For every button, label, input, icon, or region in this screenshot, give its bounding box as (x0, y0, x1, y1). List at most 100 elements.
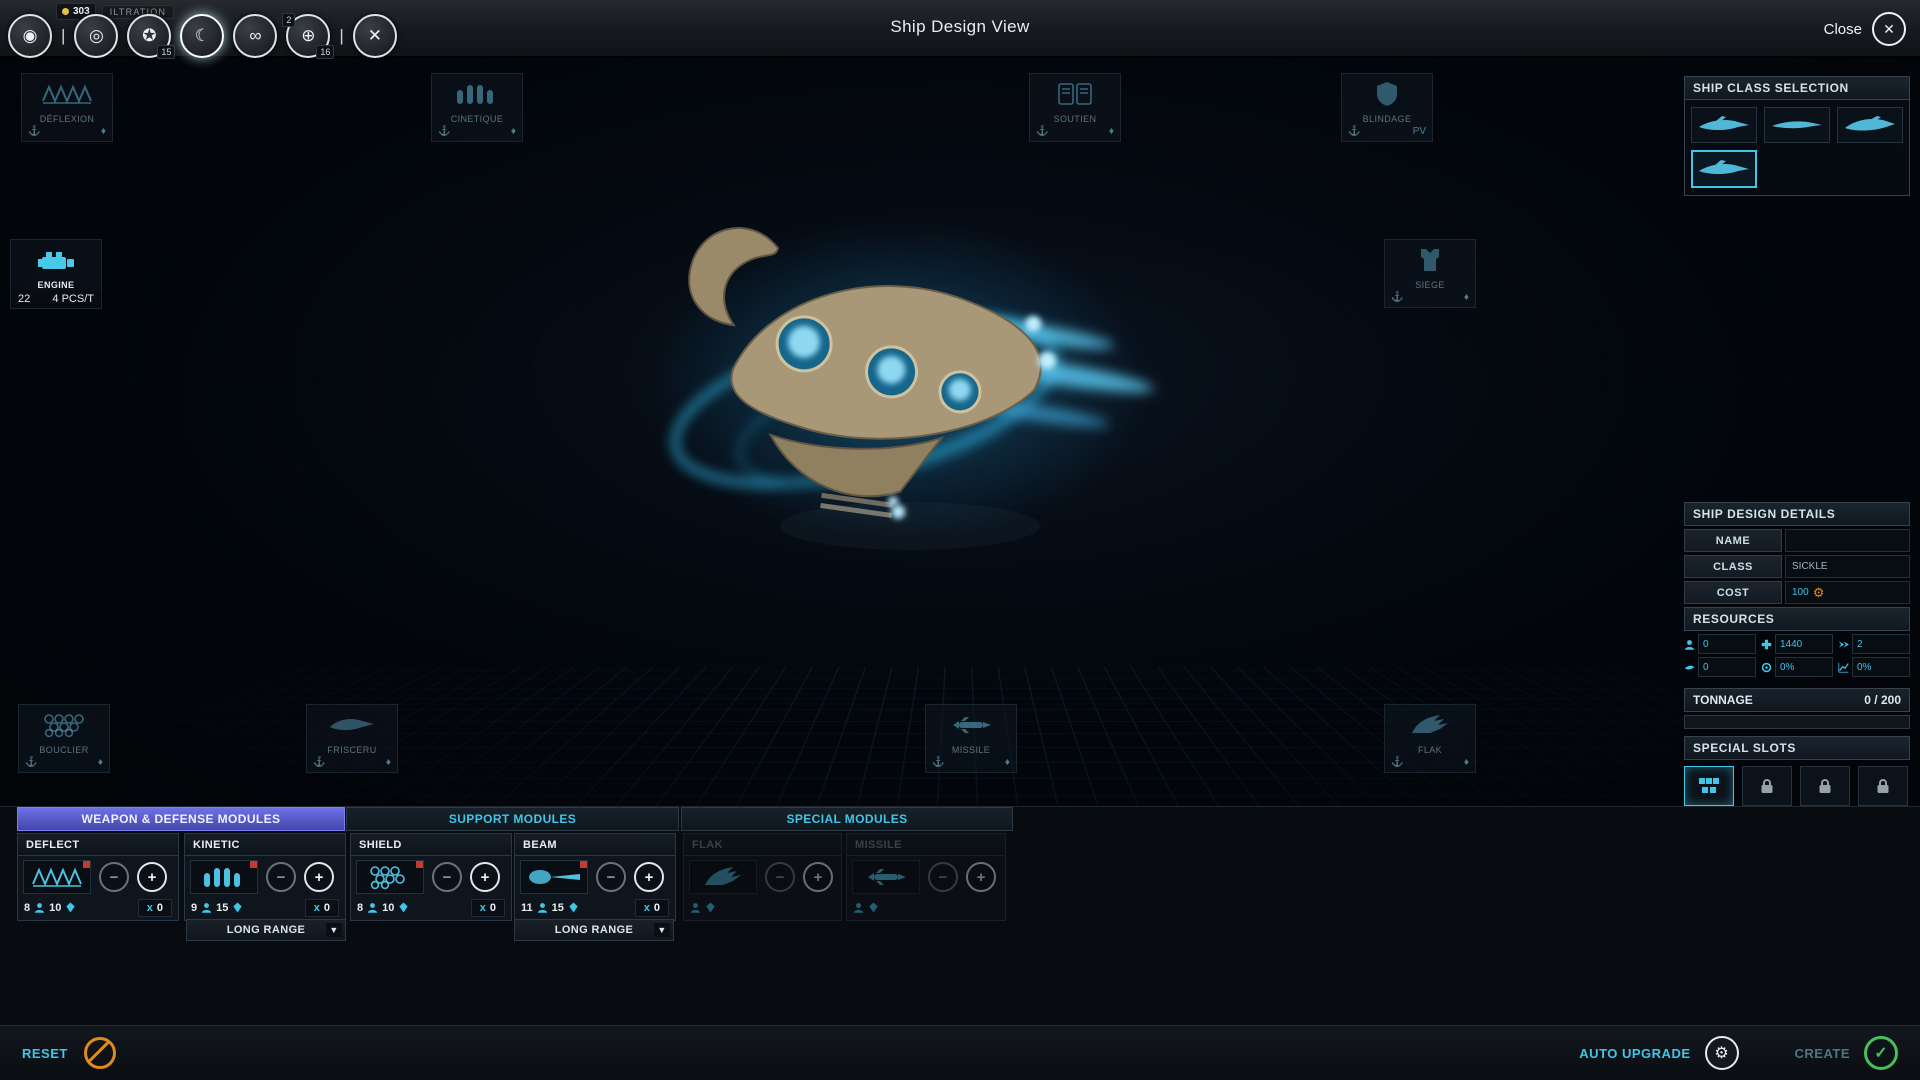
resource-value: 0 (1698, 634, 1756, 654)
slot-flak[interactable]: FLAK ⚓♦ (1384, 704, 1476, 773)
add-missile-button[interactable]: + (966, 862, 996, 892)
count-x: x (147, 902, 153, 914)
remove-flak-button[interactable]: − (765, 862, 795, 892)
slot-label: ENGINE (11, 280, 101, 291)
name-row: NAME (1684, 529, 1910, 552)
special-slot-2-locked[interactable] (1742, 766, 1792, 806)
create-check-icon[interactable]: ✓ (1864, 1036, 1898, 1070)
ship-viewport[interactable] (0, 56, 1920, 806)
count-value: 0 (654, 902, 660, 914)
reset-icon[interactable] (84, 1037, 116, 1069)
gem-icon: ♦ (1464, 292, 1469, 304)
slot-blindage[interactable]: BLINDAGE ⚓PV (1341, 73, 1433, 142)
ship-thumb-icon (1696, 158, 1752, 180)
engine-stats: 22 4 PCS/T (11, 291, 101, 308)
economy-icon[interactable]: ✪ 15 (127, 14, 171, 58)
slot-bouclier[interactable]: BOUCLIER ⚓♦ (18, 704, 110, 773)
remove-kinetic-button[interactable]: − (266, 862, 296, 892)
ship-model[interactable] (640, 166, 1180, 566)
add-beam-button[interactable]: + (634, 862, 664, 892)
crew-icon (853, 902, 864, 913)
resource-cell: 0% (1838, 657, 1910, 677)
remove-beam-button[interactable]: − (596, 862, 626, 892)
ship-model-graphic (640, 166, 1180, 566)
module-name: BEAM (515, 834, 675, 856)
slot-cinetique[interactable]: CINETIQUE ⚓♦ (431, 73, 523, 142)
slot-label: MISSILE (926, 745, 1016, 756)
industry-icon: ⚙ (1813, 585, 1825, 601)
armor-pv-tag: PV (1413, 126, 1426, 138)
tab-support-modules[interactable]: SUPPORT MODULES (346, 807, 679, 831)
close-button[interactable]: Close ✕ (1824, 12, 1906, 46)
remove-deflect-button[interactable]: − (99, 862, 129, 892)
anchor-icon: ⚓ (1391, 757, 1403, 769)
slot-deflexion[interactable]: DÉFLEXION ⚓♦ (21, 73, 113, 142)
population-icon (1684, 639, 1695, 650)
count-value: 0 (490, 902, 496, 914)
slot-missile[interactable]: MISSILE ⚓♦ (925, 704, 1017, 773)
auto-upgrade-gear-icon[interactable]: ⚙ (1705, 1036, 1739, 1070)
industry-cost: 15 (552, 902, 564, 914)
special-slot-1[interactable] (1684, 766, 1734, 806)
ship-class-thumb-2[interactable] (1764, 107, 1830, 143)
lock-icon (1760, 778, 1774, 794)
gem-icon (868, 902, 879, 913)
create-button[interactable]: CREATE (1795, 1046, 1850, 1061)
ship-class-thumb-4-selected[interactable] (1691, 150, 1757, 188)
module-count-box: x 0 (471, 899, 505, 917)
research-icon[interactable]: ◉ (8, 14, 52, 58)
flak-slot-icon (1385, 705, 1475, 745)
ship-class-thumb-3[interactable] (1837, 107, 1903, 143)
tonnage-header: TONNAGE 0 / 200 (1684, 688, 1910, 712)
cost-value: 100 (1792, 587, 1809, 598)
add-flak-button[interactable]: + (803, 862, 833, 892)
crew-icon (537, 902, 548, 913)
gem-icon (65, 902, 76, 913)
kinetic-slot-icon (432, 74, 522, 114)
add-deflect-button[interactable]: + (137, 862, 167, 892)
slot-siege[interactable]: SIEGE ⚓♦ (1384, 239, 1476, 308)
academy-icon[interactable]: ⊕ 2 16 (286, 14, 330, 58)
resource-cell: 0 (1684, 634, 1756, 654)
auto-upgrade-button[interactable]: AUTO UPGRADE (1579, 1046, 1690, 1061)
module-chip-icon (1698, 777, 1720, 795)
ship-class-title: SHIP CLASS SELECTION (1684, 76, 1910, 100)
add-shield-button[interactable]: + (470, 862, 500, 892)
kinetic-range-dropdown[interactable]: LONG RANGE ▼ (186, 919, 346, 941)
reset-button[interactable]: RESET (22, 1046, 68, 1061)
lock-icon (1876, 778, 1890, 794)
tab-weapon-defense-modules[interactable]: WEAPON & DEFENSE MODULES (17, 807, 345, 831)
tier-notch (580, 861, 587, 868)
ship-class-thumb-1[interactable] (1691, 107, 1757, 143)
module-name: SHIELD (351, 834, 511, 856)
anchor-icon: ⚓ (932, 757, 944, 769)
menu-icon[interactable]: ✕ (353, 14, 397, 58)
diplomacy-icon[interactable]: ∞ (233, 14, 277, 58)
crew-icon (34, 902, 45, 913)
slot-frisceru[interactable]: FRISCERU ⚓♦ (306, 704, 398, 773)
economy-badge: 15 (157, 45, 175, 59)
name-field[interactable] (1785, 529, 1910, 552)
remove-missile-button[interactable]: − (928, 862, 958, 892)
ship-thumb-icon (1842, 114, 1898, 136)
special-slot-3-locked[interactable] (1800, 766, 1850, 806)
beam-range-dropdown[interactable]: LONG RANGE ▼ (514, 919, 674, 941)
ship-thumb-icon (1696, 114, 1752, 136)
resource-cell: 2 (1838, 634, 1910, 654)
close-icon[interactable]: ✕ (1872, 12, 1906, 46)
slot-engine[interactable]: ENGINE 22 4 PCS/T (10, 239, 102, 309)
tonnage-panel: TONNAGE 0 / 200 (1684, 688, 1910, 729)
empire-icon[interactable]: ◎ (74, 14, 118, 58)
module-stats: 8 10 x 0 (18, 898, 178, 917)
tonnage-cost: 9 (191, 902, 197, 914)
military-icon[interactable]: ☾ (180, 14, 224, 58)
academy-badge-top: 2 (282, 13, 295, 27)
cost-value-box: 100 ⚙ (1785, 581, 1910, 604)
add-kinetic-button[interactable]: + (304, 862, 334, 892)
crew-icon (367, 902, 378, 913)
tab-special-modules[interactable]: SPECIAL MODULES (681, 807, 1013, 831)
ship-design-screen: Ship Design View Close ✕ 303 ILTRATION ◉… (0, 0, 1920, 1080)
special-slot-4-locked[interactable] (1858, 766, 1908, 806)
remove-shield-button[interactable]: − (432, 862, 462, 892)
slot-soutien[interactable]: SOUTIEN ⚓♦ (1029, 73, 1121, 142)
